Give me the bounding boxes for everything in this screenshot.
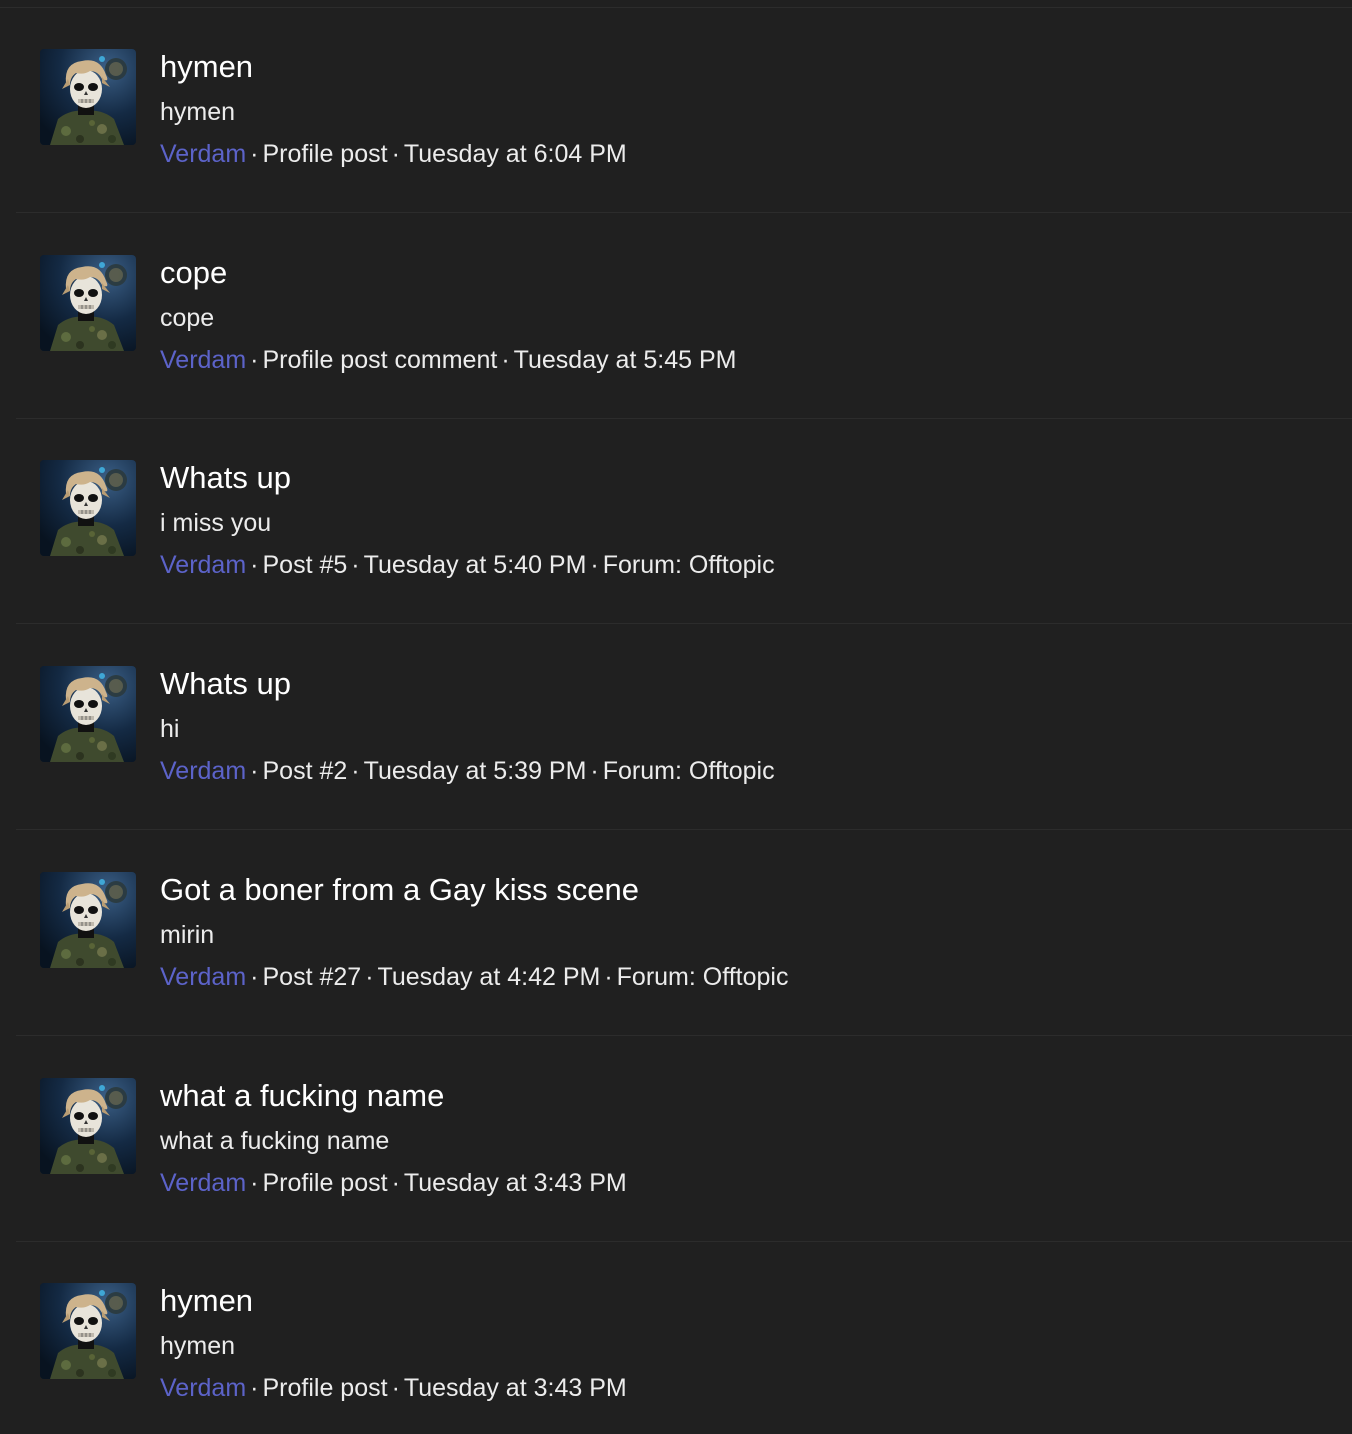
avatar[interactable] (40, 1283, 136, 1380)
thread-title[interactable]: Got a boner from a Gay kiss scene (160, 871, 639, 909)
post-snippet: cope (160, 303, 215, 332)
post-snippet: mirin (160, 920, 215, 949)
list-item[interactable]: Got a boner from a Gay kiss scene mirin … (16, 831, 1352, 1036)
meta-line: Verdam · Profile post comment · Tuesday at 5… (160, 344, 736, 376)
thread-title[interactable]: what a fucking name (160, 1077, 444, 1115)
separator: · (365, 962, 374, 991)
list-item[interactable]: cope cope Verdam · Profile post comment · Tu… (16, 214, 1352, 419)
content-type[interactable]: Profile post (263, 140, 388, 168)
separator: · (501, 345, 510, 374)
timestamp[interactable]: Tuesday at 3:43 PM (404, 1374, 627, 1402)
separator: · (590, 551, 599, 580)
content-type[interactable]: Post #2 (263, 757, 348, 785)
separator: · (590, 757, 599, 786)
meta-line: Verdam · Profile post · Tuesday at 3:43 PM (160, 1372, 627, 1404)
username-link[interactable]: Verdam (160, 551, 246, 579)
timestamp[interactable]: Tuesday at 4:42 PM (378, 963, 601, 991)
content-type[interactable]: Profile post (263, 1169, 388, 1197)
meta-line: Verdam · Post #27 · Tuesday at 4:42 PM · Forum… (160, 961, 789, 993)
avatar[interactable] (40, 1077, 136, 1174)
avatar[interactable] (40, 254, 136, 351)
timestamp[interactable]: Tuesday at 5:40 PM (364, 551, 587, 579)
timestamp[interactable]: Tuesday at 5:45 PM (514, 346, 737, 374)
post-snippet: what a fucking name (160, 1126, 390, 1155)
post-snippet: i miss you (160, 509, 272, 538)
content-type[interactable]: Post #5 (263, 551, 348, 579)
thread-title[interactable]: hymen (160, 1282, 253, 1320)
meta-line: Verdam · Post #5 · Tuesday at 5:40 PM · Forum:… (160, 549, 775, 581)
forum-label: Forum: (616, 962, 696, 991)
username-link[interactable]: Verdam (160, 963, 246, 991)
forum-part: · Forum: Offtopic (586, 551, 774, 579)
avatar[interactable] (40, 49, 136, 145)
forum-part: · Forum: Offtopic (600, 963, 788, 991)
meta-line: Verdam · Profile post · Tuesday at 6:04 PM (160, 138, 627, 170)
list-item[interactable]: Whats up i miss you Verdam · Post #5 · Tuesd… (16, 419, 1352, 625)
thread-title[interactable]: hymen (160, 48, 253, 86)
separator: · (250, 1374, 259, 1403)
list-item[interactable]: what a fucking name what a fucking name … (16, 1037, 1352, 1242)
separator: · (250, 551, 259, 580)
post-snippet: hi (160, 715, 180, 744)
separator: · (604, 962, 613, 991)
avatar[interactable] (40, 460, 136, 557)
list-item[interactable]: Whats up hi Verdam · Post #2 · Tuesday at 5:… (16, 625, 1352, 831)
timestamp[interactable]: Tuesday at 6:04 PM (404, 140, 627, 168)
content-type[interactable]: Post #27 (263, 963, 362, 991)
avatar-image (40, 460, 136, 557)
timestamp[interactable]: Tuesday at 3:43 PM (404, 1169, 627, 1197)
forum-label: Forum: (602, 551, 682, 580)
avatar[interactable] (40, 871, 136, 968)
username-link[interactable]: Verdam (160, 346, 246, 374)
separator: · (250, 140, 259, 168)
post-snippet: hymen (160, 1332, 236, 1361)
avatar-image (40, 871, 136, 968)
avatar-image (40, 1077, 136, 1174)
separator: · (391, 1374, 400, 1403)
meta-line: Verdam · Post #2 · Tuesday at 5:39 PM · Forum:… (160, 755, 775, 787)
forum-label: Forum: (602, 757, 682, 786)
forum-part: · Forum: Offtopic (586, 757, 774, 785)
activity-feed: hymen hymen Verdam · Profile post · Tuesday … (0, 0, 1352, 1434)
avatar-image (40, 1283, 136, 1380)
separator: · (250, 1168, 259, 1197)
separator: · (351, 551, 360, 580)
separator: · (250, 345, 259, 374)
separator: · (250, 962, 259, 991)
username-link[interactable]: Verdam (160, 140, 246, 168)
meta-line: Verdam · Profile post · Tuesday at 3:43 PM (160, 1167, 627, 1199)
forum-link[interactable]: Offtopic (689, 757, 775, 785)
thread-title[interactable]: Whats up (160, 459, 291, 497)
separator: · (391, 140, 400, 168)
avatar[interactable] (40, 666, 136, 763)
separator: · (351, 757, 360, 786)
username-link[interactable]: Verdam (160, 757, 246, 785)
forum-link[interactable]: Offtopic (689, 551, 775, 579)
username-link[interactable]: Verdam (160, 1169, 246, 1197)
content-type[interactable]: Profile post comment (263, 346, 498, 374)
avatar-image (40, 254, 136, 351)
avatar-image (40, 49, 136, 145)
timestamp[interactable]: Tuesday at 5:39 PM (364, 757, 587, 785)
list-item[interactable]: hymen hymen Verdam · Profile post · Tuesday … (16, 1242, 1352, 1434)
separator: · (391, 1168, 400, 1197)
content-type[interactable]: Profile post (263, 1374, 388, 1402)
forum-link[interactable]: Offtopic (703, 963, 789, 991)
thread-title[interactable]: Whats up (160, 665, 291, 703)
username-link[interactable]: Verdam (160, 1374, 246, 1402)
avatar-image (40, 666, 136, 763)
list-item[interactable]: hymen hymen Verdam · Profile post · Tuesday … (16, 8, 1352, 213)
post-snippet: hymen (160, 98, 236, 126)
thread-title[interactable]: cope (160, 254, 227, 292)
separator: · (250, 757, 259, 786)
